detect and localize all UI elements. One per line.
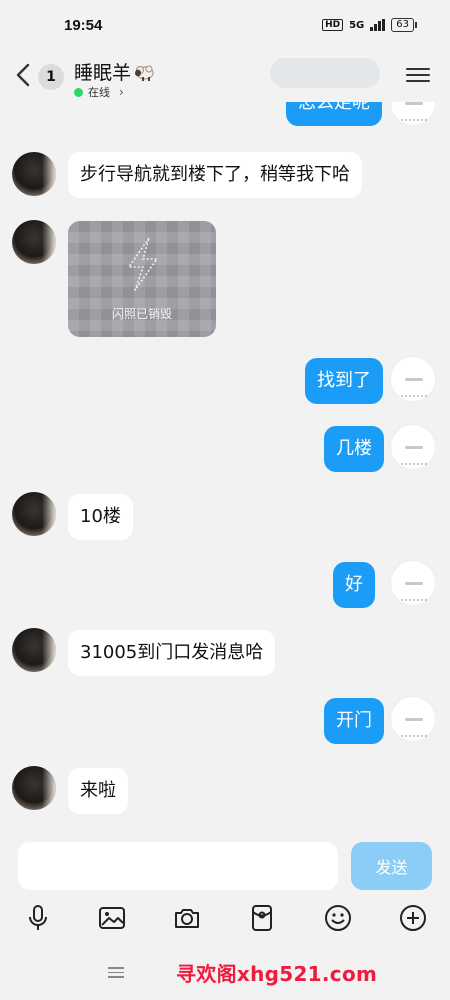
composer-toolbar: [0, 900, 450, 936]
status-icons: HD 5G 63: [322, 18, 417, 32]
status-time: 19:54: [64, 16, 103, 34]
contact-name: 睡眠羊: [74, 62, 132, 84]
message-bubble-outgoing[interactable]: 怎么走呢: [286, 102, 382, 126]
message-bubble-outgoing[interactable]: 好: [333, 562, 375, 608]
message-bubble-outgoing[interactable]: 几楼: [324, 426, 384, 472]
back-icon[interactable]: [14, 62, 34, 88]
emoji-icon[interactable]: [320, 900, 356, 936]
hd-badge: HD: [322, 19, 344, 31]
message-input[interactable]: [18, 842, 338, 890]
online-dot: [74, 87, 83, 97]
message-list[interactable]: 怎么走呢 步行导航就到楼下了，稍等我下哈 闪照已销毁 找到了 几楼 10楼 好: [0, 102, 450, 834]
self-avatar[interactable]: [390, 424, 436, 470]
message-bubble-incoming[interactable]: 31005到门口发消息哈: [68, 630, 276, 676]
self-avatar[interactable]: [390, 102, 436, 126]
self-avatar[interactable]: [390, 696, 436, 742]
lightning-icon: [128, 237, 158, 291]
chevron-right-icon: ›: [119, 85, 124, 99]
unread-count-badge[interactable]: 1: [38, 64, 64, 90]
message-bubble-incoming[interactable]: 来啦: [68, 768, 128, 814]
camera-icon[interactable]: [169, 900, 205, 936]
status-bar: 19:54 HD 5G 63: [0, 0, 450, 50]
contact-avatar[interactable]: [12, 220, 56, 264]
system-menu-icon[interactable]: [108, 964, 124, 981]
message-bubble-incoming[interactable]: 10楼: [68, 494, 133, 540]
system-nav-bar: 寻欢阁xhg521.com: [0, 950, 450, 1000]
self-avatar[interactable]: [390, 560, 436, 606]
presence-label: 在线: [88, 86, 110, 99]
flash-photo-message[interactable]: 闪照已销毁: [68, 221, 216, 337]
message-bubble-incoming[interactable]: 步行导航就到楼下了，稍等我下哈: [68, 152, 362, 198]
image-icon[interactable]: [94, 900, 130, 936]
sheep-icon: [135, 65, 154, 81]
contact-avatar[interactable]: [12, 628, 56, 672]
send-button[interactable]: 发送: [351, 842, 432, 890]
menu-icon[interactable]: [406, 64, 430, 86]
contact-avatar[interactable]: [12, 152, 56, 196]
watermark: 寻欢阁xhg521.com: [176, 962, 378, 986]
self-avatar[interactable]: [390, 356, 436, 402]
signal-icon: [370, 19, 386, 31]
contact-name-area[interactable]: 睡眠羊: [74, 58, 155, 85]
contact-avatar[interactable]: [12, 492, 56, 536]
battery-level: 63: [396, 19, 409, 30]
red-packet-icon[interactable]: [244, 900, 280, 936]
contact-avatar[interactable]: [12, 766, 56, 810]
microphone-icon[interactable]: [20, 900, 56, 936]
flash-photo-label: 闪照已销毁: [111, 307, 172, 321]
blurred-region: [270, 58, 380, 88]
plus-icon[interactable]: [395, 900, 431, 936]
chat-header: 1 睡眠羊 在线 ›: [0, 50, 450, 102]
network-type: 5G: [349, 19, 365, 31]
message-bubble-outgoing[interactable]: 找到了: [305, 358, 383, 404]
battery-icon: 63: [391, 18, 417, 32]
message-bubble-outgoing[interactable]: 开门: [324, 698, 384, 744]
presence-status[interactable]: 在线 ›: [74, 84, 124, 100]
